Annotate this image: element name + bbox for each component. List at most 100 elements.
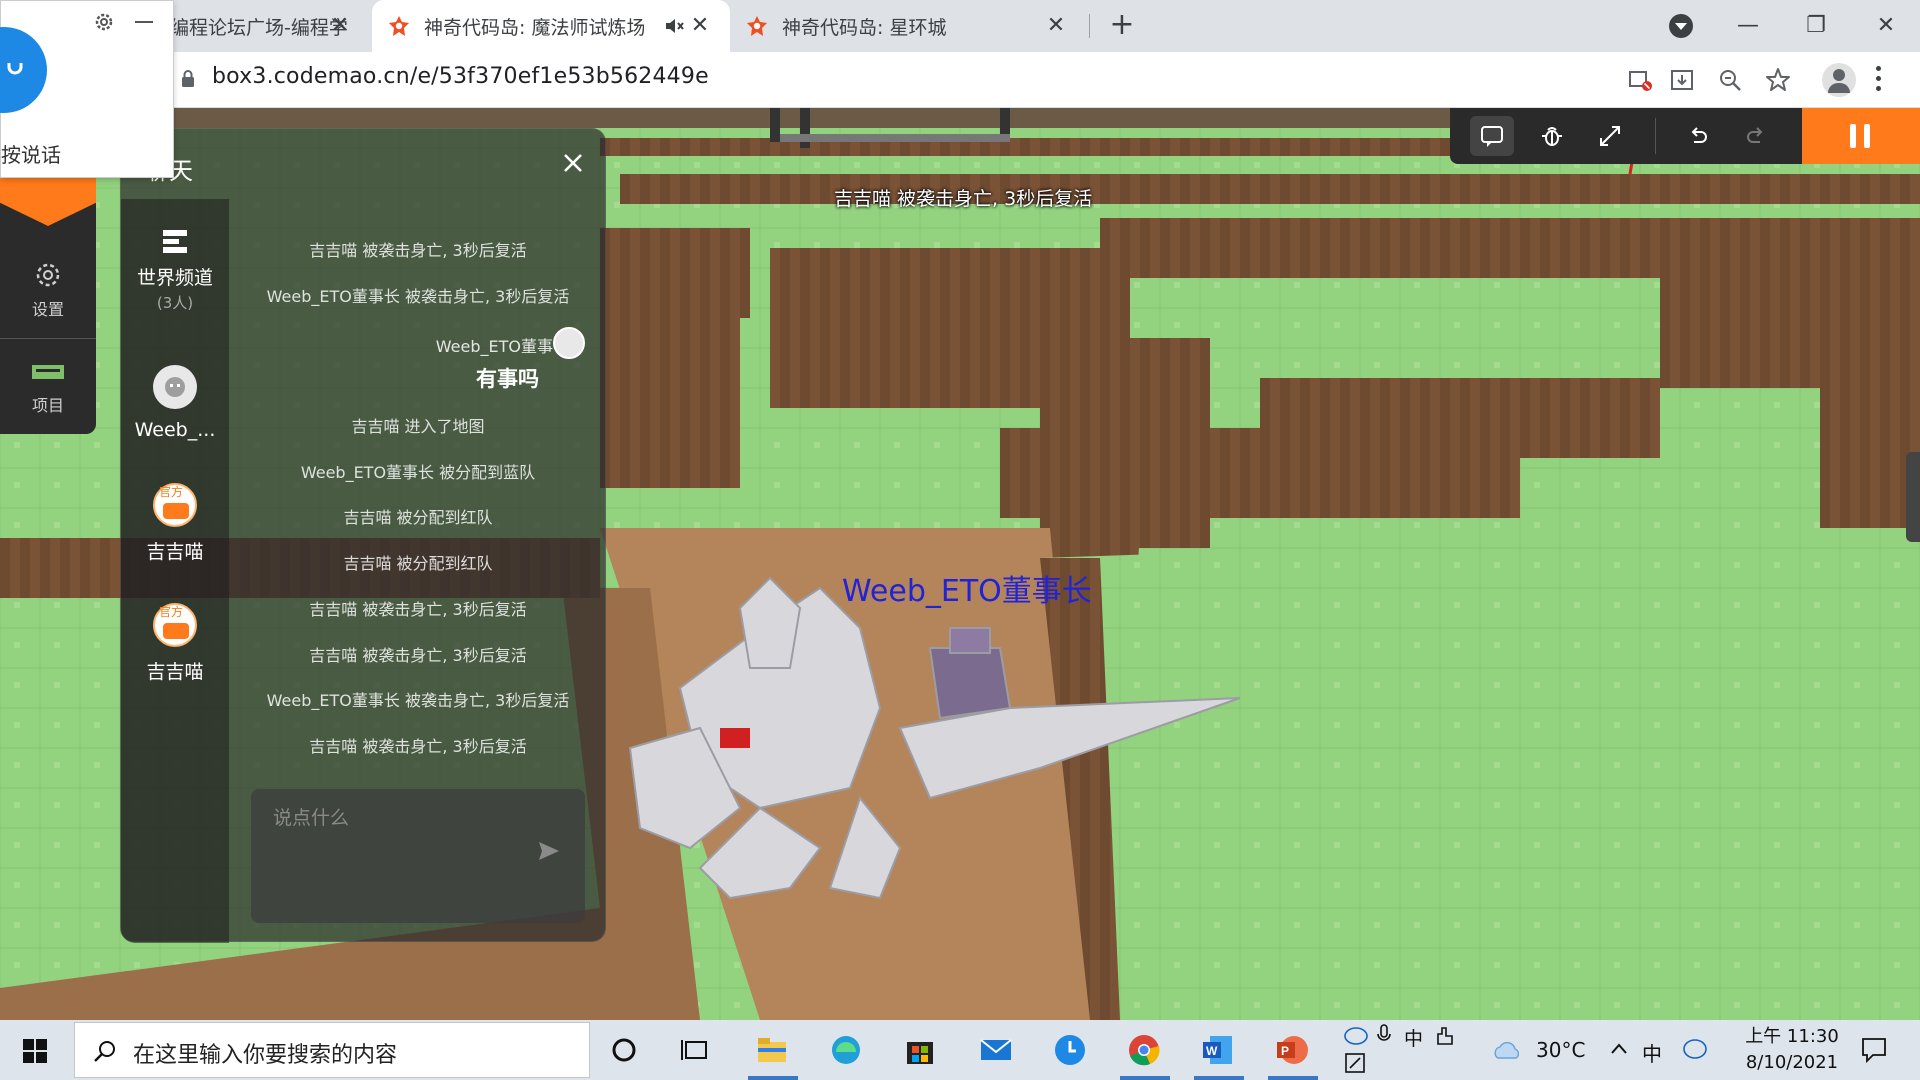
chat-message-system: 吉吉喵 被分配到红队 — [343, 554, 493, 573]
settings-rail-item[interactable]: 设置 — [0, 260, 96, 320]
close-icon[interactable] — [557, 147, 589, 179]
weather-temperature[interactable]: 30°C — [1536, 1038, 1585, 1062]
microphone-icon — [7, 63, 23, 75]
sender-avatar — [553, 327, 585, 359]
active-app-indicator — [1120, 1076, 1170, 1080]
undo-button[interactable] — [1676, 116, 1720, 156]
taskbar-clock[interactable]: 上午 11:30 8/10/2021 — [1732, 1024, 1852, 1076]
tab-close-icon[interactable]: ✕ — [1044, 14, 1068, 38]
ifly-icon[interactable] — [1344, 1026, 1368, 1046]
notification-center-icon[interactable] — [1860, 1036, 1888, 1064]
cat-icon — [163, 623, 189, 639]
chat-toggle-button[interactable] — [1470, 116, 1514, 156]
chat-panel: 聊天 世界频道 (3人) Weeb_... — [120, 128, 606, 943]
taskbar-search-placeholder: 在这里输入你要搜索的内容 — [133, 1043, 398, 1068]
clock-time: 上午 11:30 — [1745, 1026, 1839, 1047]
chat-message-system: 吉吉喵 被分配到红队 — [343, 508, 493, 527]
chat-message-system: 吉吉喵 被袭击身亡, 3秒后复活 — [309, 241, 527, 260]
player-nametag: Weeb_ETO董事长 — [842, 574, 1092, 609]
settings-label: 设置 — [31, 300, 64, 319]
powerpoint-icon[interactable]: P — [1274, 1032, 1310, 1068]
tab-search-icon[interactable] — [1669, 14, 1693, 38]
close-window-button[interactable]: ✕ — [1866, 8, 1906, 44]
ime-indicator[interactable]: 中 — [1404, 1024, 1423, 1051]
file-explorer-icon[interactable] — [754, 1032, 790, 1068]
push-to-talk-label: 按说话 — [1, 143, 61, 167]
mail-icon[interactable] — [978, 1032, 1014, 1068]
restore-button[interactable]: ❐ — [1796, 8, 1836, 44]
chrome-icon[interactable] — [1126, 1032, 1162, 1068]
browser-menu-icon[interactable] — [1876, 66, 1882, 94]
pause-button[interactable] — [1802, 108, 1920, 164]
settings-gear-icon[interactable] — [93, 11, 115, 33]
zoom-icon[interactable] — [1716, 66, 1744, 94]
message-sender: Weeb_ETO董事长 — [435, 337, 569, 356]
profile-avatar-icon[interactable] — [1822, 63, 1856, 97]
address-bar-url[interactable]: box3.codemao.cn/e/53f370ef1e53b562449e — [212, 64, 709, 89]
project-rail-item[interactable]: 项目 — [0, 362, 96, 416]
channel-name: Weeb_... — [134, 419, 216, 441]
cat-icon — [163, 503, 189, 519]
chat-message-system: 吉吉喵 被袭击身亡, 3秒后复活 — [309, 646, 527, 665]
tab-magic-trial[interactable]: 神奇代码岛: 魔法师试炼场0. ✕ — [372, 0, 730, 52]
tray-hand-icon[interactable] — [1434, 1024, 1456, 1046]
tab-close-icon[interactable]: ✕ — [688, 14, 712, 38]
chat-message-user: Weeb_ETO董事长 有事吗 — [229, 333, 569, 393]
tab-title: 编程论坛广场-编程学 — [170, 16, 348, 39]
muted-speaker-icon[interactable] — [664, 16, 684, 36]
expand-icon — [1600, 126, 1620, 146]
install-app-icon[interactable] — [1668, 66, 1696, 94]
store-icon[interactable] — [902, 1032, 938, 1068]
tab-title: 神奇代码岛: 星环城 — [782, 16, 947, 39]
debug-button[interactable] — [1530, 116, 1574, 156]
side-scroll-handle[interactable] — [1906, 452, 1920, 542]
cortana-icon[interactable] — [606, 1032, 642, 1068]
tray-mic-icon[interactable] — [1376, 1024, 1392, 1046]
word-icon[interactable]: W — [1200, 1032, 1236, 1068]
windows-start-icon[interactable] — [22, 1038, 48, 1064]
chat-input-placeholder: 说点什么 — [273, 807, 350, 829]
codemao-favicon-icon — [389, 16, 409, 36]
game-viewport[interactable]: 吉吉喵 被袭击身亡, 3秒后复活 Weeb_ETO董事长 设置 项目 世界频道 … — [0, 108, 1920, 1020]
message-text: 有事吗 — [476, 367, 539, 391]
chat-bubble-icon — [1481, 126, 1503, 147]
chat-message-system: Weeb_ETO董事长 被袭击身亡, 3秒后复活 — [266, 287, 570, 306]
face-icon — [165, 377, 185, 397]
chat-message-system: 吉吉喵 被袭击身亡, 3秒后复活 — [309, 737, 527, 756]
channel-weeb[interactable]: Weeb_... — [121, 365, 229, 441]
pause-icon — [1850, 124, 1856, 148]
svg-text:W: W — [1206, 1044, 1218, 1058]
minimize-button[interactable]: — — [1728, 8, 1768, 44]
chat-input-box[interactable]: 说点什么 — [251, 789, 585, 923]
redo-icon — [1747, 127, 1763, 143]
minimize-popup-button[interactable] — [135, 21, 153, 23]
microphone-button[interactable] — [0, 27, 47, 113]
taskbar-search-box[interactable]: 在这里输入你要搜索的内容 — [74, 1022, 590, 1078]
project-icon — [32, 365, 64, 379]
channel-jijimiao-2[interactable]: 官方 吉吉喵 — [121, 603, 229, 684]
ifly-tray-icon[interactable] — [1682, 1038, 1708, 1060]
task-view-icon[interactable] — [678, 1032, 714, 1068]
channel-jijimiao[interactable]: 官方 吉吉喵 — [121, 483, 229, 564]
tray-pen-icon[interactable] — [1344, 1052, 1366, 1074]
active-app-indicator — [1194, 1076, 1244, 1080]
cloud-weather-icon[interactable] — [1490, 1038, 1524, 1062]
popup-blocked-icon[interactable] — [1626, 66, 1654, 94]
tab-close-icon[interactable]: ✕ — [328, 14, 352, 38]
send-icon[interactable] — [537, 839, 561, 863]
bookmark-star-icon[interactable] — [1764, 66, 1792, 94]
new-tab-button[interactable]: + — [1104, 8, 1140, 44]
edge-icon[interactable] — [828, 1032, 864, 1068]
channel-world[interactable]: 世界频道 (3人) — [121, 227, 229, 313]
fullscreen-button[interactable] — [1588, 116, 1632, 156]
redo-button[interactable] — [1734, 116, 1778, 156]
rail-divider — [0, 338, 96, 339]
clock-app-icon[interactable] — [1052, 1032, 1088, 1068]
ime-language[interactable]: 中 — [1642, 1038, 1662, 1067]
tab-star-city[interactable]: 神奇代码岛: 星环城 ✕ — [730, 0, 1086, 52]
chevron-up-icon[interactable] — [1610, 1042, 1628, 1056]
lock-icon[interactable] — [181, 70, 195, 88]
tab-divider — [1089, 14, 1090, 38]
tab-forum[interactable]: 编程论坛广场-编程学 ✕ — [170, 0, 370, 52]
avatar: 官方 — [153, 603, 197, 647]
